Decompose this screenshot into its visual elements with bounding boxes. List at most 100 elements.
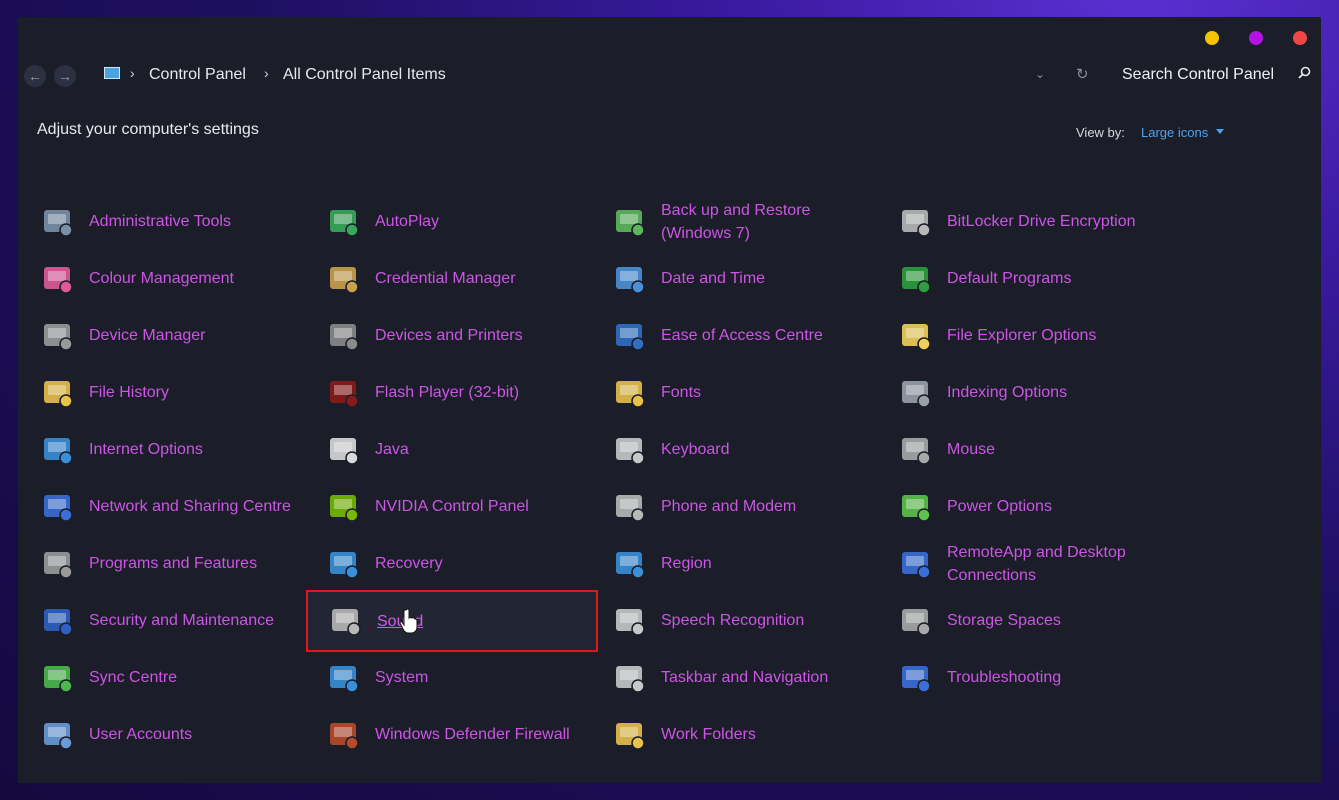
control-panel-item[interactable]: Troubleshooting [876,649,1162,706]
control-panel-item-label[interactable]: Taskbar and Navigation [661,666,866,689]
control-panel-item-label[interactable]: Phone and Modem [661,495,866,518]
control-panel-item[interactable]: Power Options [876,478,1162,535]
control-panel-item[interactable]: Default Programs [876,250,1162,307]
control-panel-item-label[interactable]: Power Options [947,495,1152,518]
control-panel-item[interactable]: Speech Recognition [590,592,876,649]
control-panel-item-label[interactable]: Recovery [375,552,580,575]
control-panel-item[interactable]: Date and Time [590,250,876,307]
control-panel-item[interactable]: NVIDIA Control Panel [304,478,590,535]
recovery-icon [330,551,359,579]
control-panel-item-label[interactable]: Network and Sharing Centre [89,495,294,518]
control-panel-item-label[interactable]: Devices and Printers [375,324,580,347]
control-panel-item[interactable]: Ease of Access Centre [590,307,876,364]
region-icon [616,551,645,579]
control-panel-item-label[interactable]: Java [375,438,580,461]
control-panel-item[interactable]: System [304,649,590,706]
control-panel-item-label[interactable]: Default Programs [947,267,1152,290]
control-panel-item[interactable]: Programs and Features [18,535,304,592]
control-panel-item[interactable]: File History [18,364,304,421]
minimize-button[interactable] [1205,31,1219,45]
breadcrumb-control-panel[interactable]: Control Panel [149,66,246,84]
control-panel-item-label[interactable]: Storage Spaces [947,609,1152,632]
control-panel-item[interactable]: Fonts [590,364,876,421]
date-time-icon [616,266,645,294]
control-panel-item[interactable]: Keyboard [590,421,876,478]
control-panel-item[interactable]: Device Manager [18,307,304,364]
control-panel-item[interactable]: Devices and Printers [304,307,590,364]
control-panel-item[interactable]: Region [590,535,876,592]
maximize-button[interactable] [1249,31,1263,45]
control-panel-item-label[interactable]: User Accounts [89,723,294,746]
control-panel-item[interactable]: Security and Maintenance [18,592,304,649]
microphone-icon [616,608,645,636]
control-panel-item[interactable]: Credential Manager [304,250,590,307]
control-panel-item[interactable]: Recovery [304,535,590,592]
control-panel-item[interactable]: RemoteApp and Desktop Connections [876,535,1162,592]
control-panel-item-label[interactable]: BitLocker Drive Encryption [947,210,1152,233]
control-panel-item-label[interactable]: File History [89,381,294,404]
control-panel-item-label[interactable]: Internet Options [89,438,294,461]
control-panel-item[interactable]: Indexing Options [876,364,1162,421]
forward-arrow-icon[interactable]: → [54,65,76,87]
control-panel-item[interactable]: Sync Centre [18,649,304,706]
control-panel-item-label[interactable]: Mouse [947,438,1152,461]
control-panel-item-label[interactable]: NVIDIA Control Panel [375,495,580,518]
page-title: Adjust your computer's settings [37,121,259,138]
control-panel-item[interactable]: Work Folders [590,706,876,763]
control-panel-item[interactable]: Java [304,421,590,478]
control-panel-item[interactable]: Mouse [876,421,1162,478]
search-input[interactable]: Search Control Panel [1122,66,1274,84]
breadcrumb-all-items[interactable]: All Control Panel Items [283,66,446,84]
control-panel-item-label[interactable]: Device Manager [89,324,294,347]
control-panel-item-label[interactable]: Date and Time [661,267,866,290]
address-bar: ← → › Control Panel › All Control Panel … [18,61,1321,89]
control-panel-item[interactable]: Storage Spaces [876,592,1162,649]
control-panel-item-label[interactable]: Back up and Restore (Windows 7) [661,199,866,245]
control-panel-item[interactable]: Internet Options [18,421,304,478]
control-panel-item-label[interactable]: Security and Maintenance [89,609,294,632]
control-panel-item-label[interactable]: Administrative Tools [89,210,294,233]
control-panel-item[interactable]: Back up and Restore (Windows 7) [590,193,876,250]
control-panel-item-label[interactable]: Flash Player (32-bit) [375,381,580,404]
control-panel-item-label[interactable]: Indexing Options [947,381,1152,404]
refresh-icon[interactable]: ↻ [1076,65,1089,83]
work-folders-icon [616,722,645,750]
dropdown-caret-icon[interactable] [1216,129,1224,134]
control-panel-item-label[interactable]: Region [661,552,866,575]
control-panel-item[interactable]: Flash Player (32-bit) [304,364,590,421]
control-panel-item-label[interactable]: Troubleshooting [947,666,1152,689]
control-panel-item-label[interactable]: File Explorer Options [947,324,1152,347]
control-panel-item-selected[interactable]: Sound [306,590,598,652]
control-panel-item-label[interactable]: Windows Defender Firewall [375,723,580,746]
taskbar-icon [616,665,645,693]
control-panel-item-label[interactable]: Sync Centre [89,666,294,689]
control-panel-item[interactable]: File Explorer Options [876,307,1162,364]
control-panel-item[interactable]: BitLocker Drive Encryption [876,193,1162,250]
control-panel-item[interactable]: Phone and Modem [590,478,876,535]
control-panel-item-label[interactable]: Credential Manager [375,267,580,290]
control-panel-item[interactable]: Taskbar and Navigation [590,649,876,706]
search-icon[interactable] [1298,66,1311,79]
hand-cursor-icon [400,608,418,634]
control-panel-item-label[interactable]: Speech Recognition [661,609,866,632]
control-panel-item-label[interactable]: AutoPlay [375,210,580,233]
back-arrow-icon[interactable]: ← [24,65,46,87]
control-panel-item-label[interactable]: RemoteApp and Desktop Connections [947,541,1152,587]
control-panel-item-label[interactable]: System [375,666,580,689]
control-panel-item-label[interactable]: Fonts [661,381,866,404]
system-icon [330,665,359,693]
chevron-down-icon[interactable]: ⌄ [1035,67,1045,81]
control-panel-item-label[interactable]: Keyboard [661,438,866,461]
control-panel-item[interactable]: Administrative Tools [18,193,304,250]
control-panel-item[interactable]: Colour Management [18,250,304,307]
control-panel-item[interactable]: AutoPlay [304,193,590,250]
control-panel-item[interactable]: User Accounts [18,706,304,763]
control-panel-item[interactable]: Network and Sharing Centre [18,478,304,535]
control-panel-item[interactable]: Windows Defender Firewall [304,706,590,763]
close-button[interactable] [1293,31,1307,45]
control-panel-item-label[interactable]: Colour Management [89,267,294,290]
view-by-dropdown[interactable]: Large icons [1141,125,1208,140]
control-panel-item-label[interactable]: Ease of Access Centre [661,324,866,347]
control-panel-item-label[interactable]: Work Folders [661,723,866,746]
control-panel-item-label[interactable]: Programs and Features [89,552,294,575]
